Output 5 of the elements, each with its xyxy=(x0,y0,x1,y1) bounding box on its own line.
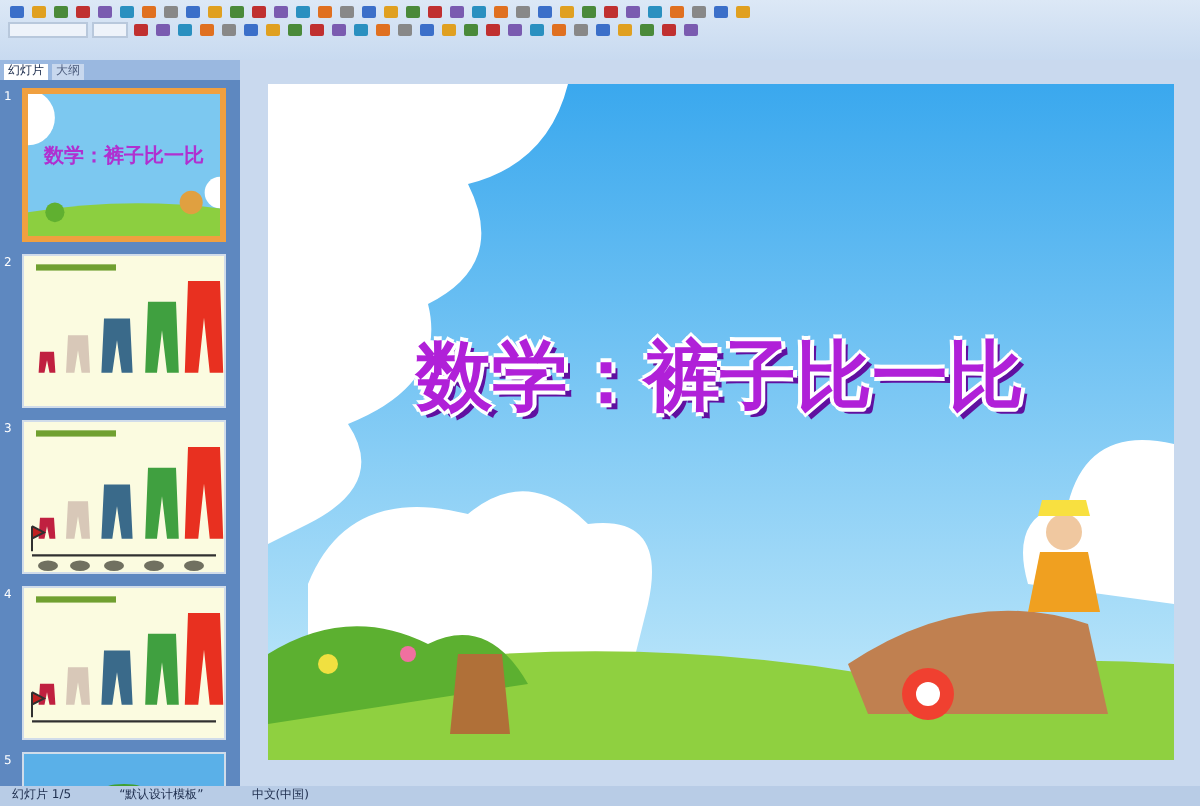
slide-thumbnail[interactable]: 数学：裤子比一比 xyxy=(22,88,226,242)
thumbnail-title: 数学：裤子比一比 xyxy=(44,142,204,172)
slide-title: 数学：裤子比一比 xyxy=(416,330,1024,424)
font-size-field[interactable] xyxy=(92,22,128,38)
font-name-field[interactable] xyxy=(8,22,88,38)
